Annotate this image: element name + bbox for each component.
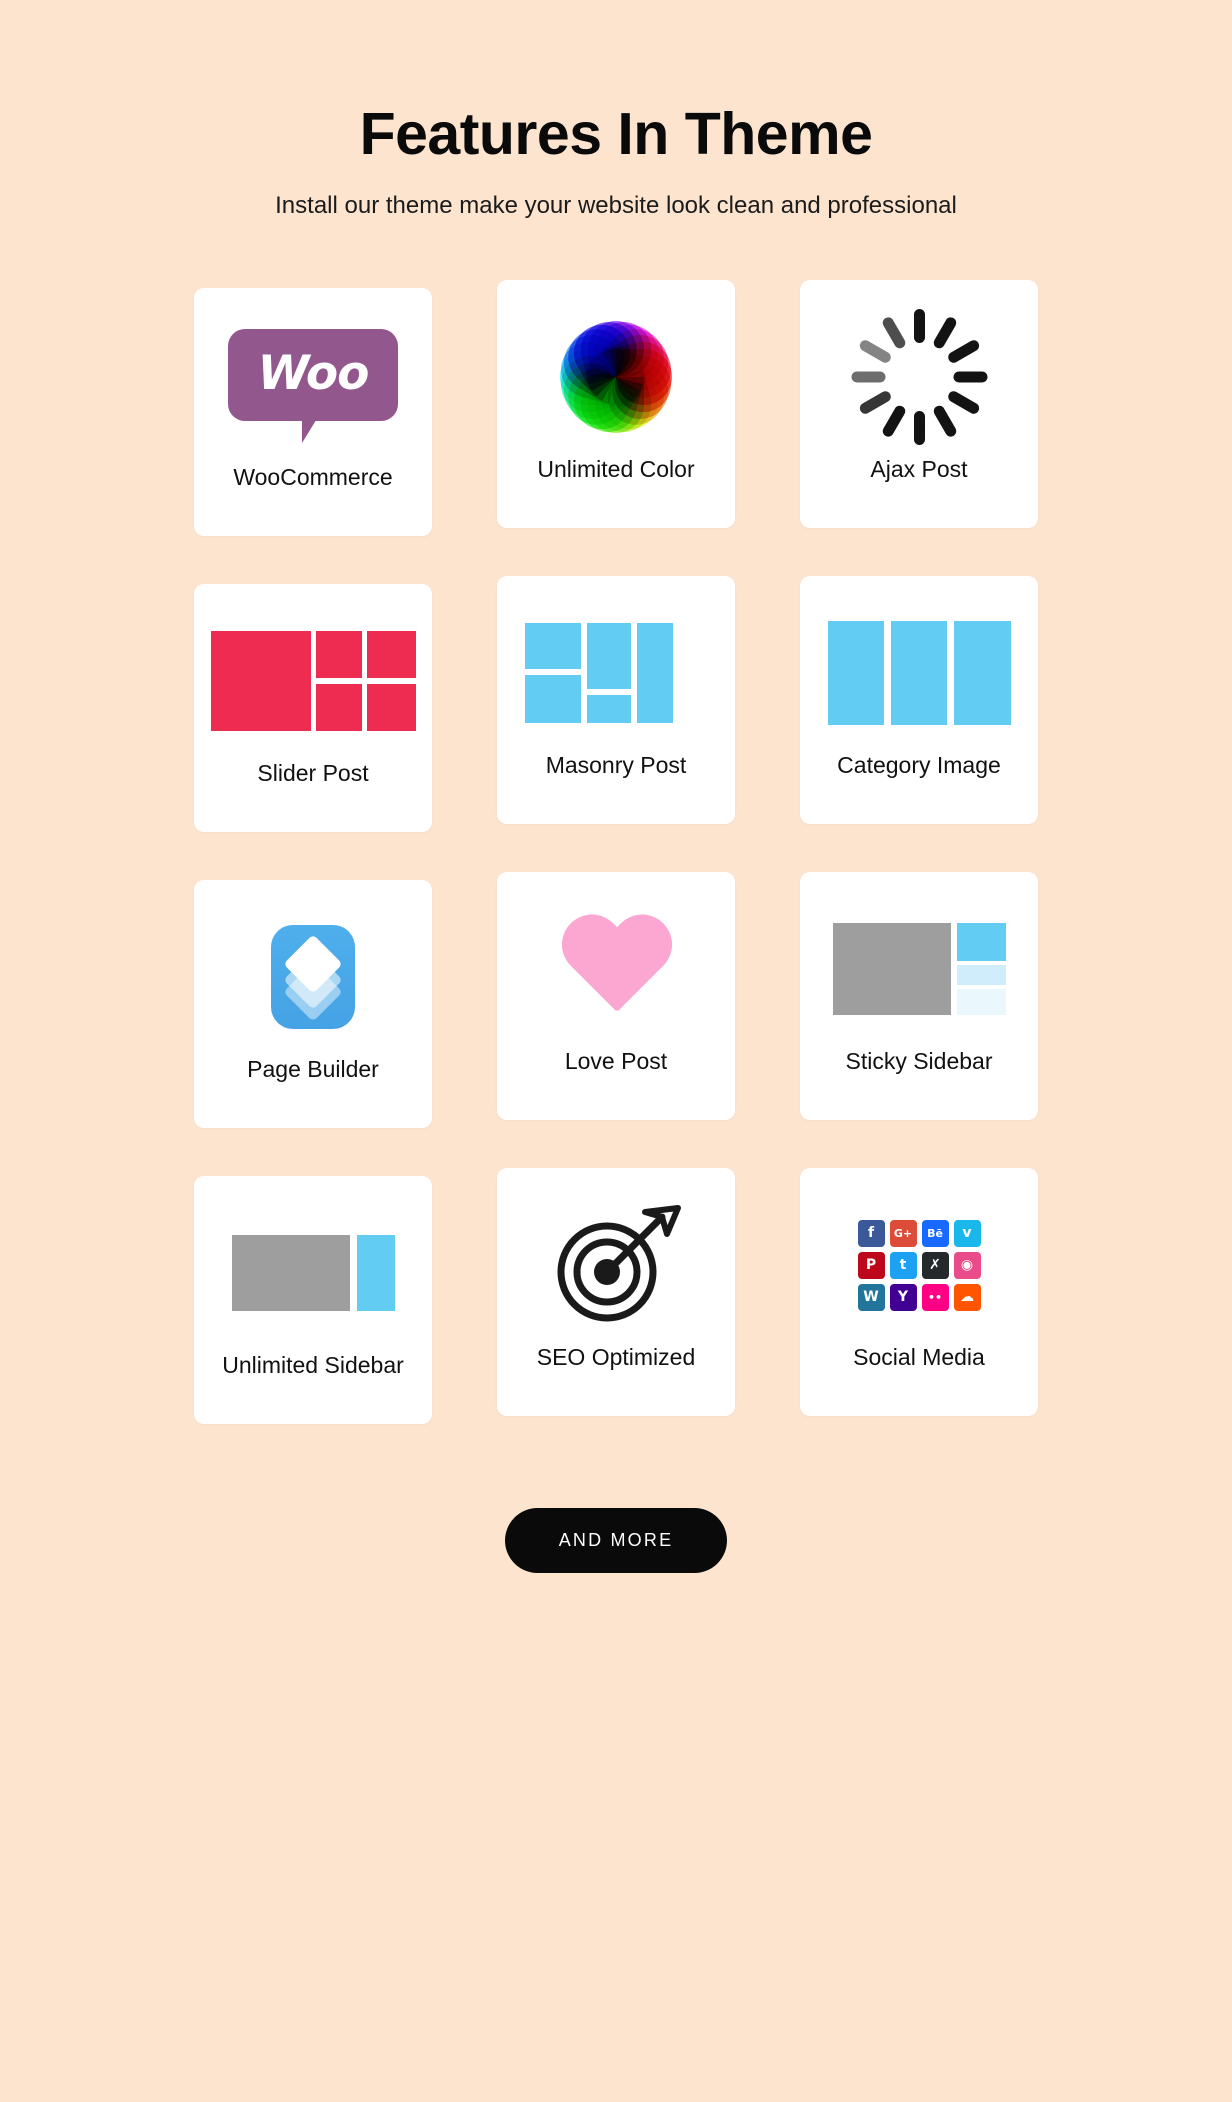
feature-label: Love Post	[564, 1048, 668, 1075]
feature-label: Unlimited Color	[537, 456, 695, 483]
spinner-spoke	[913, 309, 925, 344]
spinner-spoke	[851, 371, 885, 383]
feature-card-masonry-post[interactable]: Masonry Post	[497, 576, 735, 825]
spinner-spoke	[913, 411, 925, 446]
feature-label: WooCommerce	[233, 464, 393, 491]
features-section: Features In Theme Install our theme make…	[0, 0, 1232, 2102]
spinner-spoke	[857, 338, 893, 365]
feature-card-unlimited-color[interactable]: Unlimited Color	[497, 280, 735, 529]
and-more-button[interactable]: AND MORE	[504, 1508, 728, 1574]
feature-card-ajax-post[interactable]: Ajax Post	[800, 280, 1038, 529]
feature-card-love-post[interactable]: Love Post	[497, 872, 735, 1121]
feature-label: SEO Optimized	[536, 1344, 696, 1371]
facebook-icon[interactable]: f	[857, 1219, 885, 1247]
behance-icon[interactable]: Bē	[921, 1219, 949, 1247]
spinner-spoke	[945, 338, 981, 365]
loading-spinner-icon	[800, 302, 1038, 452]
dribbble-icon[interactable]: ◉	[953, 1251, 981, 1279]
feature-card-slider-post[interactable]: Slider Post	[194, 584, 432, 833]
yahoo-icon[interactable]: Y	[889, 1283, 917, 1311]
spinner-spoke	[880, 315, 907, 351]
vimeo-icon[interactable]: v	[953, 1219, 981, 1247]
wordpress-icon[interactable]: W	[857, 1283, 885, 1311]
slider-layout-icon	[194, 606, 432, 756]
feature-card-woocommerce[interactable]: Woo WooCommerce	[194, 288, 432, 537]
sticky-sidebar-icon	[800, 894, 1038, 1044]
feature-label: Page Builder	[247, 1056, 379, 1083]
masonry-layout-icon	[497, 598, 735, 748]
feature-card-sticky-sidebar[interactable]: Sticky Sidebar	[800, 872, 1038, 1121]
spinner-spoke	[931, 315, 958, 351]
woocommerce-wordmark: Woo	[257, 345, 370, 401]
feature-label: Unlimited Sidebar	[222, 1352, 404, 1379]
section-header: Features In Theme Install our theme make…	[0, 0, 1232, 221]
feature-label: Sticky Sidebar	[845, 1048, 993, 1075]
spinner-spoke	[945, 389, 981, 416]
spinner-spoke	[880, 403, 907, 439]
feature-card-page-builder[interactable]: Page Builder	[194, 880, 432, 1129]
spinner-spoke	[953, 371, 987, 383]
feature-card-category-image[interactable]: Category Image	[800, 576, 1038, 825]
page-title: Features In Theme	[359, 101, 873, 167]
feature-card-social-media[interactable]: f G+ Bē v Pt ✗ ◉ W Y •• ☁ Social Media	[800, 1168, 1038, 1417]
cta-container: AND MORE	[0, 1508, 1232, 1574]
soundcloud-icon[interactable]: ☁	[953, 1283, 981, 1311]
feature-label: Masonry Post	[545, 752, 687, 779]
features-grid: Woo WooCommerce Unlimited Color Ajax Pos…	[194, 280, 1038, 1425]
page-subtitle: Install our theme make your website look…	[275, 191, 957, 219]
feature-card-unlimited-sidebar[interactable]: Unlimited Sidebar	[194, 1176, 432, 1425]
feature-label: Ajax Post	[870, 456, 968, 483]
unlimited-sidebar-icon	[194, 1198, 432, 1348]
flickr-icon[interactable]: ••	[921, 1283, 949, 1311]
pinterest-icon[interactable]: P	[857, 1251, 885, 1279]
spinner-spoke	[857, 389, 893, 416]
woocommerce-icon: Woo	[194, 310, 432, 460]
category-columns-icon	[800, 598, 1038, 748]
xing-icon[interactable]: ✗	[921, 1251, 949, 1279]
color-wheel-icon	[497, 302, 735, 452]
spinner-spoke	[931, 403, 958, 439]
feature-label: Social Media	[853, 1344, 985, 1371]
feature-label: Slider Post	[257, 760, 369, 787]
feature-label: Category Image	[837, 752, 1001, 779]
google-plus-icon[interactable]: G+	[889, 1219, 917, 1247]
twitter-icon[interactable]: t	[889, 1251, 917, 1279]
heart-icon	[497, 894, 735, 1044]
social-media-grid-icon: f G+ Bē v Pt ✗ ◉ W Y •• ☁	[800, 1190, 1038, 1340]
target-arrow-icon	[497, 1190, 735, 1340]
speech-bubble-tail-icon	[302, 417, 328, 444]
feature-card-seo-optimized[interactable]: SEO Optimized	[497, 1168, 735, 1417]
page-builder-icon	[194, 902, 432, 1052]
